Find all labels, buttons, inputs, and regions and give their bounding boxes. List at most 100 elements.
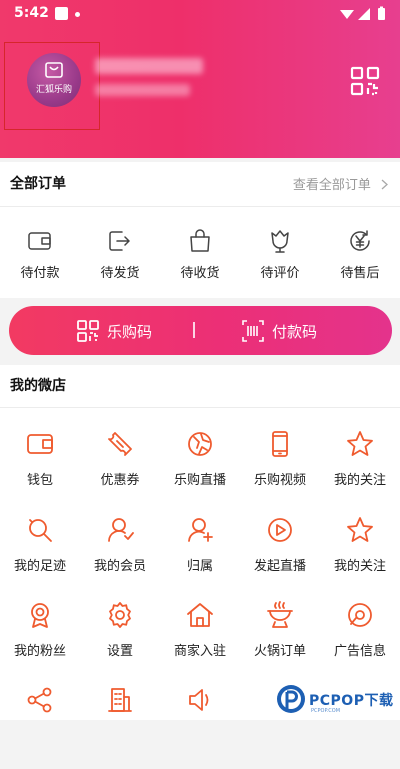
- order-item-label: 待售后: [340, 266, 380, 281]
- signal-icon: [358, 8, 370, 20]
- battery-icon: [378, 8, 385, 20]
- avatar-highlight-box[interactable]: 汇狐乐购: [4, 42, 100, 130]
- shop-item-wallet[interactable]: 钱包: [0, 429, 80, 513]
- shop-item-building[interactable]: [80, 685, 160, 769]
- wallet-icon: [27, 434, 53, 454]
- star-icon: [347, 431, 373, 456]
- shop-item-label: 我的会员: [93, 559, 146, 574]
- medal-icon: [31, 603, 49, 628]
- phone-icon: [272, 431, 288, 457]
- shop-item-coupon[interactable]: 优惠券: [80, 429, 160, 513]
- qr-grid-icon: [77, 320, 99, 342]
- shop-item-merchant[interactable]: 商家入驻: [160, 600, 240, 684]
- watermark-text: PCPOP下载: [309, 693, 394, 709]
- badge-icon: [348, 603, 372, 627]
- legou-code-label: 乐购码: [107, 323, 153, 341]
- shop-item-settings[interactable]: 设置: [80, 600, 160, 684]
- wallet-icon: [28, 232, 51, 250]
- avatar[interactable]: 汇狐乐购: [27, 53, 81, 107]
- shop-item-video[interactable]: 乐购视频: [240, 429, 320, 513]
- shop-item-label: 商家入驻: [173, 644, 226, 659]
- shop-item-label: 优惠券: [100, 473, 140, 488]
- notification-dot-icon: [75, 12, 80, 17]
- shop-item-label: 设置: [106, 644, 133, 659]
- order-pending-payment[interactable]: 待付款: [0, 218, 80, 281]
- wifi-icon: [340, 10, 354, 19]
- shop-item-label: 我的关注: [333, 559, 386, 574]
- order-item-label: 待付款: [20, 266, 60, 281]
- play-circle-icon: [268, 518, 292, 542]
- hotpot-icon: [267, 601, 293, 628]
- qr-code-icon[interactable]: [350, 66, 380, 96]
- shop-item-start-live[interactable]: 发起直播: [240, 515, 320, 599]
- share-icon: [27, 687, 52, 713]
- pcpop-logo-icon: [277, 685, 305, 713]
- shop-item-label: 乐购直播: [173, 473, 226, 488]
- shopping-bag-icon: [190, 229, 210, 252]
- orders-card: 全部订单 查看全部订单 待付款 待发货 待收货 待评价 待售后: [0, 162, 400, 298]
- see-all-orders-link[interactable]: 查看全部订单: [293, 174, 388, 193]
- chevron-right-icon: [381, 179, 388, 190]
- order-item-label: 待收货: [180, 266, 220, 281]
- watermark-subtext: PCPOP.COM: [311, 708, 341, 714]
- order-pending-receipt[interactable]: 待收货: [160, 218, 240, 281]
- shop-item-follow-2[interactable]: 我的关注: [320, 515, 400, 599]
- globe-broadcast-icon: [188, 432, 212, 456]
- blurred-username: [95, 58, 203, 74]
- legou-code-button[interactable]: 乐购码: [9, 306, 193, 355]
- shop-item-label: 我的足迹: [13, 559, 66, 574]
- status-icons: [340, 6, 385, 20]
- user-add-icon: [188, 518, 213, 542]
- shipping-exit-icon: [109, 231, 130, 251]
- shop-item-label: 广告信息: [333, 644, 386, 659]
- shop-item-follow[interactable]: 我的关注: [320, 429, 400, 513]
- footprint-search-icon: [29, 519, 52, 542]
- star-icon: [347, 517, 373, 542]
- tulip-icon: [271, 230, 289, 253]
- blurred-user-id: [95, 84, 190, 96]
- see-all-label: 查看全部订单: [292, 178, 371, 193]
- shopping-bag-logo-icon: [45, 62, 63, 78]
- shop-item-fans[interactable]: 我的粉丝: [0, 600, 80, 684]
- order-pending-review[interactable]: 待评价: [240, 218, 320, 281]
- shop-item-label: 乐购视频: [253, 473, 306, 488]
- shop-item-label: 我的粉丝: [13, 644, 66, 659]
- shop-item-speaker[interactable]: [160, 685, 240, 769]
- order-item-label: 待评价: [260, 266, 300, 281]
- shop-title: 我的微店: [10, 378, 66, 394]
- divider: [0, 206, 400, 207]
- member-icon: [108, 518, 134, 542]
- shop-item-member[interactable]: 我的会员: [80, 515, 160, 599]
- payment-code-button[interactable]: 付款码: [195, 306, 392, 355]
- avatar-logo-text: 汇狐乐购: [35, 85, 72, 95]
- shop-item-label: 我的关注: [333, 473, 386, 488]
- shop-item-ads[interactable]: 广告信息: [320, 600, 400, 684]
- notification-app-icon: [55, 7, 68, 20]
- shop-item-footprint[interactable]: 我的足迹: [0, 515, 80, 599]
- shop-item-label: 归属: [186, 559, 213, 574]
- payment-code-bar: 乐购码 付款码: [9, 306, 392, 355]
- payment-code-label: 付款码: [272, 323, 318, 341]
- profile-header: 5:42 汇狐乐购: [0, 0, 400, 158]
- yen-refund-icon: [350, 230, 370, 251]
- home-icon: [187, 603, 213, 627]
- order-item-label: 待发货: [100, 266, 140, 281]
- shop-item-share[interactable]: [0, 685, 80, 769]
- shop-item-label: 发起直播: [253, 559, 306, 574]
- ticket-icon: [108, 432, 132, 456]
- status-bar: 5:42: [0, 0, 400, 28]
- shop-item-label: 钱包: [26, 473, 53, 488]
- my-shop-card: 我的微店 钱包 优惠券 乐购直播 乐购视频 我的关注 我的足迹 我的会员 归属 …: [0, 365, 400, 720]
- building-icon: [108, 688, 132, 712]
- shop-item-live[interactable]: 乐购直播: [160, 429, 240, 513]
- shop-item-belong[interactable]: 归属: [160, 515, 240, 599]
- status-time: 5:42: [14, 5, 49, 21]
- divider: [0, 407, 400, 408]
- shop-item-hotpot[interactable]: 火锅订单: [240, 600, 320, 684]
- order-pending-shipment[interactable]: 待发货: [80, 218, 160, 281]
- gear-icon: [109, 602, 131, 628]
- order-after-sales[interactable]: 待售后: [320, 218, 400, 281]
- speaker-icon: [189, 689, 209, 711]
- barcode-icon: [242, 320, 264, 342]
- pcpop-watermark: PCPOP下载 PCPOP.COM: [275, 682, 397, 718]
